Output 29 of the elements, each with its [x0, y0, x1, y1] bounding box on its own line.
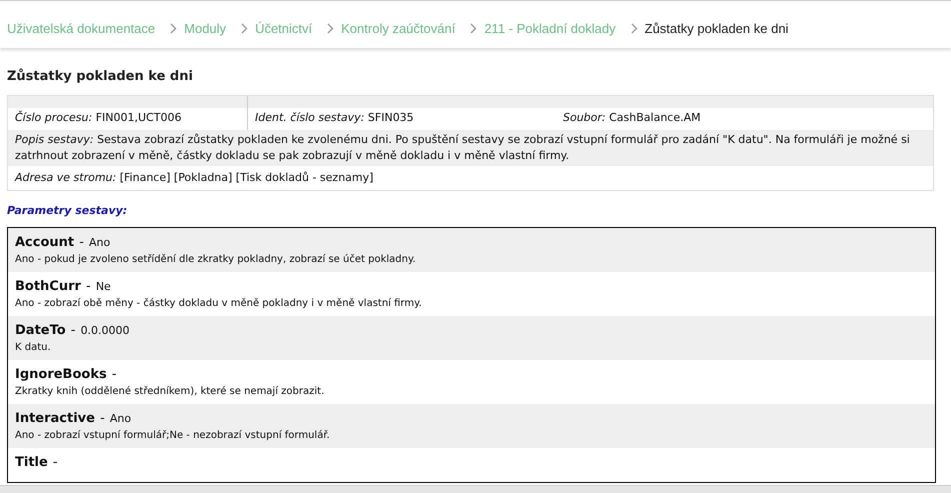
breadcrumb-link[interactable]: Moduly: [184, 18, 226, 38]
breadcrumb-link[interactable]: Kontroly zaúčtování: [341, 18, 456, 38]
parameter-description: Ano - zobrazí vstupní formulář;Ne - nezobrazí vstupní formulář.: [15, 428, 331, 442]
parameter-name: BothCurr - Ne: [15, 278, 112, 294]
report-description: Popis sestavy: Sestava zobrazí zůstatky pokladen ke zvolenému dni. Po spuštění sestavy se zobrazí vstupní formulář pro zadání "K datu". Na formuláři je možné si zatrhnout zobrazení v měně, částky dokladu se pak zobrazují v měně dokladu i v měně vlastní firmy.: [15, 132, 911, 164]
report-id: Ident. číslo sestavy: SFIN035: [255, 111, 414, 124]
page-heading: Zůstatky pokladen ke dni: [7, 68, 194, 86]
file-name: Soubor: CashBalance.AM: [563, 111, 701, 124]
breadcrumb-link[interactable]: Účetnictví: [255, 18, 312, 38]
breadcrumb-link[interactable]: 211 - Pokladní doklady: [484, 18, 616, 38]
parameter-description: Ano - zobrazí obě měny - částky dokladu v měně pokladny i v měně vlastní firmy.: [15, 296, 423, 310]
chevron-icon: [170, 23, 178, 34]
parameter-name: DateTo - 0.0.0000: [15, 322, 131, 338]
parameters-heading: Parametry sestavy:: [7, 203, 128, 219]
parameter-description: Zkratky knih (oddělené středníkem), které se nemají zobrazit.: [15, 384, 326, 398]
parameter-description: Ano - pokud je zvoleno setřídění dle zkratky pokladny, zobrazí se účet pokladny.: [15, 252, 417, 266]
chevron-icon: [630, 23, 638, 34]
chevron-icon: [327, 23, 334, 34]
chevron-icon: [241, 23, 248, 34]
parameter-description: K datu.: [15, 340, 52, 354]
parameter-name: Interactive - Ano: [15, 410, 132, 426]
breadcrumb-link[interactable]: Uživatelská dokumentace: [7, 18, 156, 38]
process-number: Číslo procesu: FIN001,UCT006: [15, 110, 182, 126]
current-page: Zůstatky pokladen ke dni: [644, 20, 788, 38]
parameter-name: Account - Ano: [15, 234, 112, 250]
parameter-name: Title -: [15, 454, 59, 470]
parameter-name: IgnoreBooks -: [15, 366, 118, 382]
tree-address: Adresa ve stromu: [Finance] [Pokladna] [Tisk dokladů - seznamy]: [15, 170, 374, 184]
chevron-icon: [470, 23, 478, 34]
